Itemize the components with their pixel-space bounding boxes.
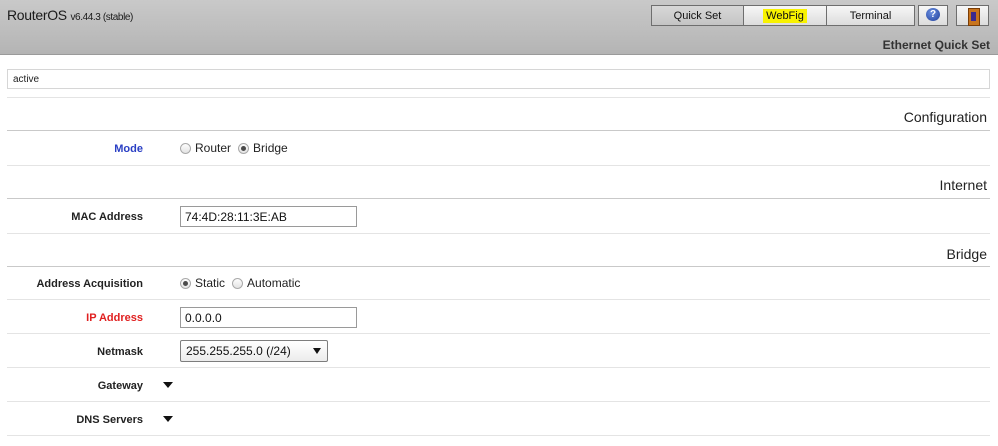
- terminal-label: Terminal: [849, 9, 892, 22]
- ip-address-input[interactable]: [180, 307, 357, 328]
- brand: RouterOS v6.44.3 (stable): [7, 7, 133, 23]
- dns-servers-expand-icon[interactable]: [163, 416, 173, 422]
- acquisition-static-radio[interactable]: Static: [180, 276, 225, 290]
- help-button[interactable]: ?: [918, 5, 948, 26]
- mode-bridge-radio[interactable]: Bridge: [238, 141, 288, 155]
- ip-address-label: IP Address: [86, 312, 143, 324]
- radio-dot: [180, 142, 191, 154]
- gateway-expand-icon[interactable]: [163, 382, 173, 388]
- radio-dot-selected: [238, 142, 250, 154]
- mac-address-label: MAC Address: [71, 211, 143, 223]
- mac-address-input[interactable]: [180, 206, 357, 227]
- netmask-value: 255.255.255.0 (/24): [186, 344, 291, 358]
- address-acquisition-label: Address Acquisition: [36, 278, 143, 290]
- page-title: Ethernet Quick Set: [882, 38, 990, 52]
- gateway-label: Gateway: [97, 380, 143, 392]
- webfig-button[interactable]: WebFig: [743, 5, 827, 26]
- section-configuration-title: Configuration: [903, 109, 987, 125]
- divider: [7, 435, 990, 436]
- chevron-down-icon: [313, 348, 321, 354]
- netmask-label: Netmask: [97, 346, 143, 358]
- logout-button[interactable]: [956, 5, 989, 26]
- acquisition-automatic-radio[interactable]: Automatic: [232, 276, 300, 290]
- exit-door-icon: [967, 7, 980, 26]
- dns-servers-label: DNS Servers: [76, 414, 143, 426]
- address-acquisition-radio-group: Static Automatic: [180, 276, 307, 290]
- divider: [7, 266, 990, 267]
- divider: [7, 333, 990, 334]
- section-internet-title: Internet: [939, 177, 987, 193]
- acquisition-static-label: Static: [195, 276, 226, 290]
- mode-router-label: Router: [195, 141, 232, 155]
- netmask-select[interactable]: 255.255.255.0 (/24): [180, 340, 328, 362]
- quick-set-button[interactable]: Quick Set: [651, 5, 744, 26]
- webfig-label: WebFig: [763, 8, 807, 23]
- divider: [7, 97, 990, 98]
- divider: [7, 165, 990, 166]
- divider: [7, 198, 990, 199]
- quick-set-label: Quick Set: [673, 9, 722, 22]
- section-bridge-title: Bridge: [946, 246, 987, 262]
- mode-radio-group: Router Bridge: [180, 141, 295, 155]
- terminal-button[interactable]: Terminal: [826, 5, 915, 26]
- divider: [7, 367, 990, 368]
- mode-label: Mode: [114, 143, 143, 155]
- mode-bridge-label: Bridge: [253, 141, 288, 155]
- divider: [7, 299, 990, 300]
- mode-router-radio[interactable]: Router: [180, 141, 231, 155]
- radio-dot: [232, 277, 244, 289]
- top-bar: RouterOS v6.44.3 (stable) Quick Set WebF…: [0, 0, 998, 55]
- version-label: v6.44.3 (stable): [70, 12, 133, 23]
- status-field: active: [7, 69, 990, 89]
- divider: [7, 401, 990, 402]
- divider: [7, 233, 990, 234]
- acquisition-automatic-label: Automatic: [247, 276, 301, 290]
- radio-dot-selected: [180, 277, 191, 289]
- brand-name: RouterOS: [7, 7, 67, 23]
- divider: [7, 130, 990, 131]
- help-icon: ?: [924, 8, 942, 23]
